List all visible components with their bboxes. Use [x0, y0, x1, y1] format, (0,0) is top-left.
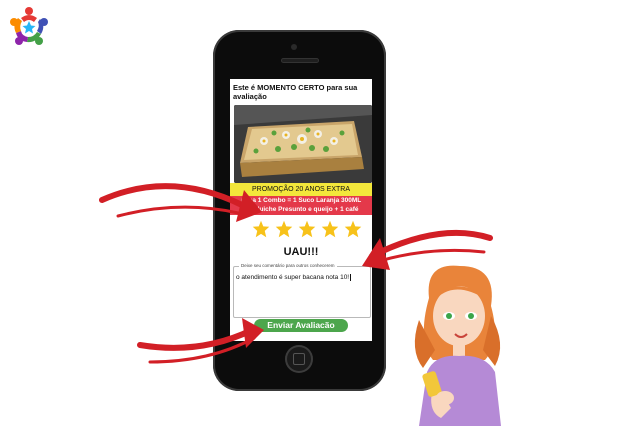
- arrow-bottom-left: [137, 327, 255, 351]
- arrow-top-left: [99, 183, 245, 208]
- pointer-arrows: [99, 183, 493, 364]
- arrowhead-right: [362, 238, 390, 270]
- arrow-top-left-b: [116, 205, 240, 218]
- woman-with-phone-illustration: [414, 265, 501, 426]
